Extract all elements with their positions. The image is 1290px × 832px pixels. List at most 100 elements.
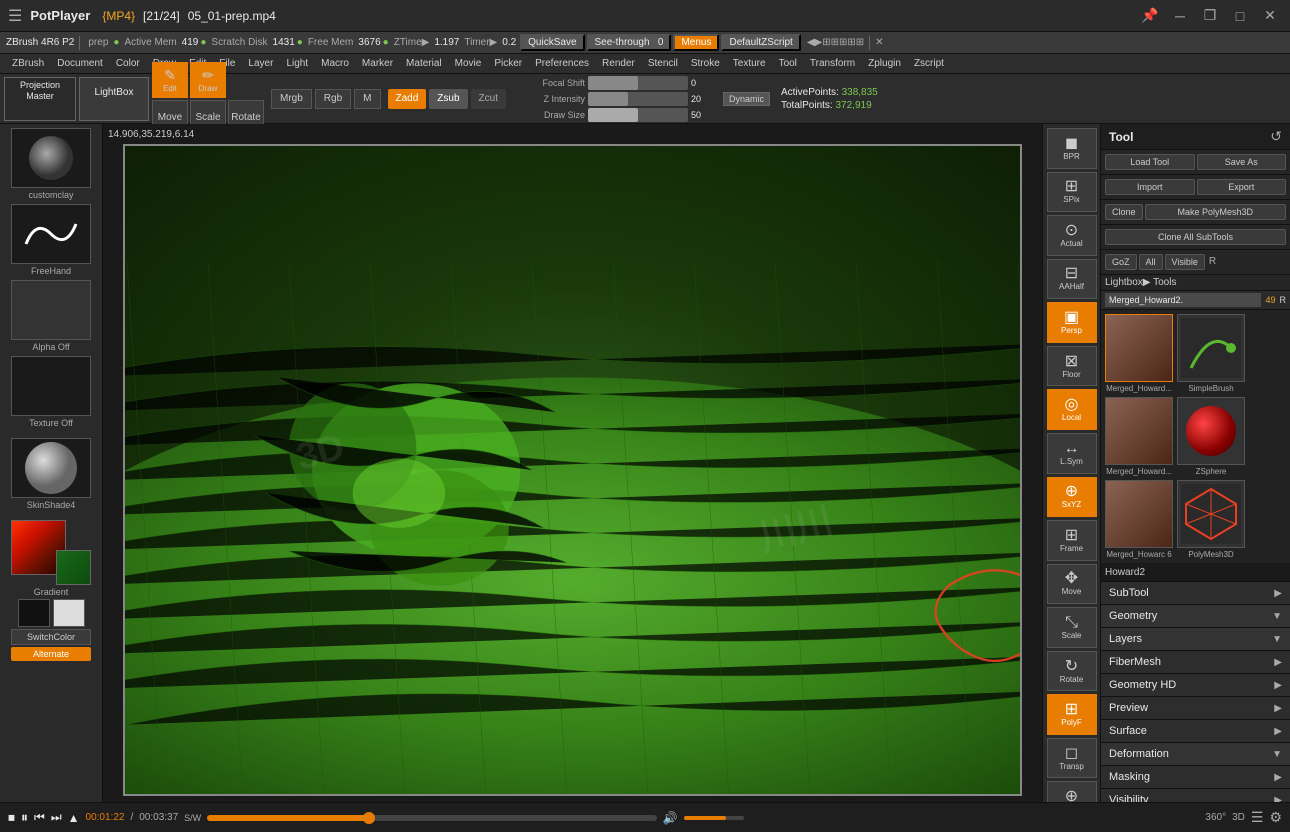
brush-selector[interactable]: customclay (6, 128, 96, 200)
stroke-selector[interactable]: FreeHand (6, 204, 96, 276)
thumb-merged-howard[interactable]: Merged_Howard... (1105, 314, 1173, 393)
dynamic-button[interactable]: Dynamic (723, 92, 770, 106)
lightbox-tools-label[interactable]: Lightbox▶ Tools (1105, 277, 1176, 288)
see-through-button[interactable]: See-through 0 (587, 34, 672, 51)
spix-button[interactable]: ⊞ SPix (1047, 172, 1097, 213)
sxyz-button[interactable]: ⊕ SxYZ (1047, 477, 1097, 518)
transp-button[interactable]: ◻ Transp (1047, 738, 1097, 779)
m-button[interactable]: M (354, 89, 380, 109)
menu-tool[interactable]: Tool (773, 56, 803, 71)
zcut-button[interactable]: Zcut (471, 89, 506, 109)
canvas-area[interactable]: 14.906,35.219,6.14 (103, 124, 1042, 826)
menu-zscript[interactable]: Zscript (908, 56, 950, 71)
rotate-rsb-button[interactable]: ↻ Rotate (1047, 651, 1097, 692)
load-tool-button[interactable]: Load Tool (1105, 154, 1195, 170)
clone-button[interactable]: Clone (1105, 204, 1143, 220)
menu-marker[interactable]: Marker (356, 56, 399, 71)
section-surface[interactable]: Surface ▶ (1101, 720, 1290, 743)
material-selector[interactable]: SkinShade4 (6, 438, 96, 510)
all-button[interactable]: All (1139, 254, 1163, 270)
section-masking[interactable]: Masking ▶ (1101, 766, 1290, 789)
draw-button[interactable]: ✏ Draw (190, 62, 226, 98)
zsub-button[interactable]: Zsub (429, 89, 467, 109)
zadd-button[interactable]: Zadd (388, 89, 427, 109)
visible-button[interactable]: Visible (1165, 254, 1205, 270)
section-subtool[interactable]: SubTool ▶ (1101, 582, 1290, 605)
export-button[interactable]: Export (1197, 179, 1287, 195)
aahalf-button[interactable]: ⊟ AAHalf (1047, 259, 1097, 300)
local-button[interactable]: ◎ Local (1047, 389, 1097, 430)
viewport[interactable]: 3D 川川 (123, 144, 1022, 796)
projection-master-button[interactable]: Projection Master (4, 77, 76, 121)
lsym-button[interactable]: ↔ L.Sym (1047, 433, 1097, 474)
thumb-polymesh3d[interactable]: PolyMesh3D (1177, 480, 1245, 559)
menus-button[interactable]: Menus (673, 34, 719, 51)
frame-button[interactable]: ⊞ Frame (1047, 520, 1097, 561)
z-intensity-slider[interactable] (588, 92, 688, 106)
stop-button[interactable]: ⏹ (8, 809, 15, 826)
hamburger-icon[interactable]: ☰ (8, 6, 22, 26)
volume-button[interactable]: ▲ (68, 811, 80, 825)
polyf-button[interactable]: ⊞ PolyF (1047, 694, 1097, 735)
color-swatches-row[interactable] (18, 599, 85, 627)
quicksave-button[interactable]: QuickSave (520, 34, 584, 51)
actual-button[interactable]: ⊙ Actual (1047, 215, 1097, 256)
save-as-button[interactable]: Save As (1197, 154, 1287, 170)
texture-selector[interactable]: Texture Off (6, 356, 96, 428)
draw-size-slider[interactable] (588, 108, 688, 122)
playlist-icon[interactable]: ☰ (1251, 809, 1264, 826)
menu-zbrush[interactable]: ZBrush (6, 56, 50, 71)
bpr-button[interactable]: ◼ BPR (1047, 128, 1097, 169)
volume-icon[interactable]: 🔊 (663, 811, 678, 825)
menu-movie[interactable]: Movie (449, 56, 488, 71)
thumb-zsphere[interactable]: ZSphere (1177, 397, 1245, 476)
menu-macro[interactable]: Macro (315, 56, 355, 71)
refresh-icon[interactable]: ↺ (1270, 128, 1282, 145)
import-button[interactable]: Import (1105, 179, 1195, 195)
menu-render[interactable]: Render (596, 56, 641, 71)
alpha-selector[interactable]: Alpha Off (6, 280, 96, 352)
clone-all-subtools-button[interactable]: Clone All SubTools (1105, 229, 1286, 245)
goz-button[interactable]: GoZ (1105, 254, 1137, 270)
close-zb-icon[interactable]: ✕ (875, 37, 883, 48)
settings-icon[interactable]: ⚙ (1269, 809, 1282, 826)
pin-button[interactable]: 📌 (1138, 4, 1162, 28)
switch-color-button[interactable]: SwitchColor (11, 629, 91, 645)
section-layers[interactable]: Layers ▼ (1101, 628, 1290, 651)
thumb-merged-howarc[interactable]: Merged_Howarc 6 (1105, 480, 1173, 559)
menu-texture[interactable]: Texture (727, 56, 772, 71)
menu-color[interactable]: Color (110, 56, 146, 71)
section-fibermesh[interactable]: FiberMesh ▶ (1101, 651, 1290, 674)
volume-track[interactable] (684, 816, 744, 820)
prev-button[interactable]: ⏮ (34, 810, 45, 825)
timeline-track[interactable] (207, 815, 657, 821)
persp-button[interactable]: ▣ Persp (1047, 302, 1097, 343)
timeline-thumb[interactable] (363, 812, 375, 824)
minimize-button[interactable]: ─ (1168, 4, 1192, 28)
menu-stroke[interactable]: Stroke (685, 56, 726, 71)
menu-picker[interactable]: Picker (488, 56, 528, 71)
menu-preferences[interactable]: Preferences (529, 56, 595, 71)
section-geometry[interactable]: Geometry ▼ (1101, 605, 1290, 628)
thumb-simplebrush[interactable]: SimpleBrush (1177, 314, 1245, 393)
thumb-merged-howard2[interactable]: Merged_Howard... (1105, 397, 1173, 476)
menu-stencil[interactable]: Stencil (642, 56, 684, 71)
scale-rsb-button[interactable]: ⤡ Scale (1047, 607, 1097, 648)
default-script-button[interactable]: DefaultZScript (721, 34, 800, 51)
next-button[interactable]: ⏭ (51, 810, 62, 825)
howard2-bar[interactable]: Howard2 (1101, 563, 1290, 582)
alternate-button[interactable]: Alternate (11, 647, 91, 661)
section-preview[interactable]: Preview ▶ (1101, 697, 1290, 720)
focal-shift-slider[interactable] (588, 76, 688, 90)
menu-light[interactable]: Light (280, 56, 314, 71)
lightbox-button[interactable]: LightBox (79, 77, 149, 121)
move-rsb-button[interactable]: ✥ Move (1047, 564, 1097, 605)
edit-button[interactable]: ✎ Edit (152, 62, 188, 98)
maximize-button[interactable]: □ (1228, 4, 1252, 28)
rgb-button[interactable]: Rgb (315, 89, 351, 109)
close-button[interactable]: ✕ (1258, 4, 1282, 28)
make-polymesh-button[interactable]: Make PolyMesh3D (1145, 204, 1286, 220)
mrgb-button[interactable]: Mrgb (271, 89, 312, 109)
restore-button[interactable]: ❐ (1198, 4, 1222, 28)
section-geometry-hd[interactable]: Geometry HD ▶ (1101, 674, 1290, 697)
